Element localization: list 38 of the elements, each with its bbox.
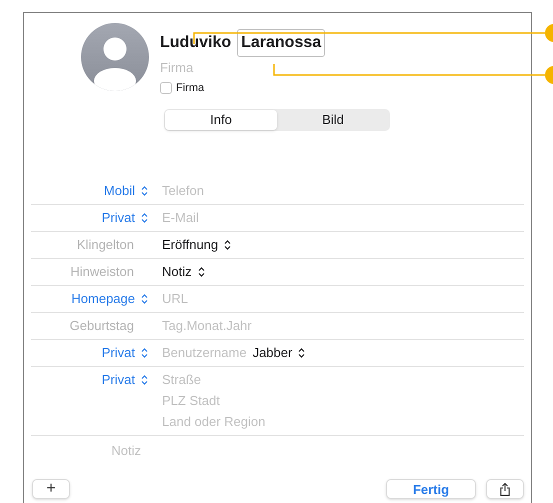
checkbox-label: Firma [176,80,204,96]
field-label: Klingelton [76,236,135,254]
field-label: Mobil [104,182,135,200]
chevron-icon [224,240,232,250]
last-name-field[interactable]: Laranossa [237,29,326,57]
popup-value: Eröffnung [162,236,218,254]
field-label: Geburtstag [70,317,135,336]
share-icon [500,482,510,496]
popup-button[interactable]: Eröffnung [162,235,232,255]
popup-button[interactable]: Notiz [162,262,205,282]
label-popup[interactable]: Homepage [71,289,148,309]
chevron-icon [298,348,306,358]
chevron-icon [141,186,148,196]
label-popup[interactable]: Privat [102,343,148,363]
chevron-icon [141,348,148,358]
field-label: Hinweiston [70,263,135,282]
first-name: Luduviko [160,33,232,53]
tab[interactable]: Bild [277,110,389,130]
field-label: Privat [102,344,135,362]
popup-value: Notiz [162,263,192,282]
done-button[interactable]: Fertig [386,479,476,499]
field-label: Homepage [71,290,135,308]
avatar-icon [81,23,149,91]
field-label: Privat [102,209,135,228]
label-popup[interactable]: Privat [102,208,148,228]
field-label: Privat [102,371,135,390]
chevron-icon [198,267,205,277]
popup-value: Jabber [252,344,292,362]
chevron-icon [141,213,148,223]
label-popup[interactable]: Privat [102,370,148,390]
chevron-icon [141,294,148,304]
add-button[interactable]: + [32,479,70,499]
popup-button[interactable]: Jabber [252,343,306,363]
chevron-icon [141,375,148,385]
company-checkbox[interactable] [160,82,172,94]
tab[interactable]: Info [165,110,277,130]
label-popup[interactable]: Mobil [104,181,148,201]
share-button[interactable] [486,479,524,499]
